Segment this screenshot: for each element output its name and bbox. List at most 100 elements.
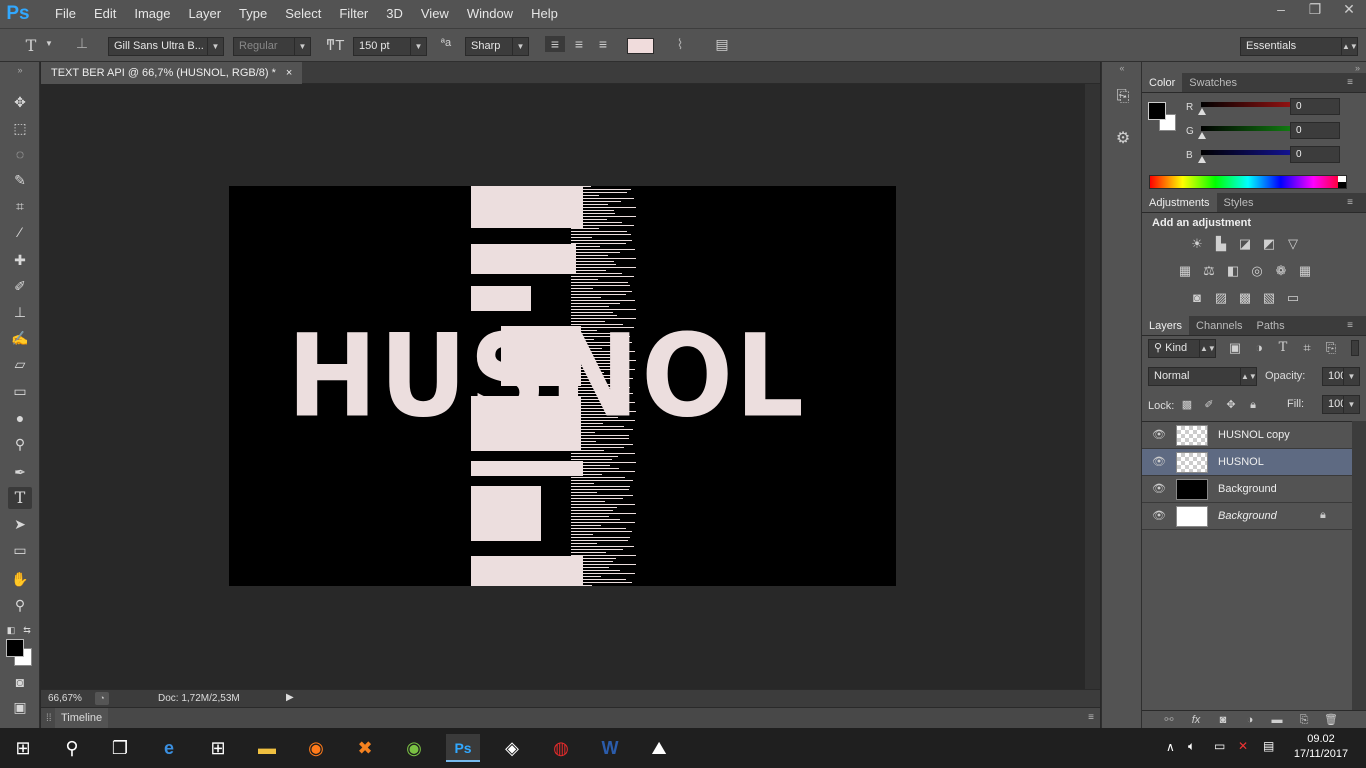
gradient-map-icon[interactable]: ▧ [1260,290,1278,306]
slider-handle[interactable] [1198,108,1206,115]
keyboard-icon[interactable]: ▤ [1263,739,1274,753]
clone-stamp-tool-icon[interactable]: ⊥ [8,301,32,323]
history-brush-tool-icon[interactable]: ✍ [8,327,32,349]
zoom-tool-icon[interactable]: ⚲ [8,594,32,616]
tab-color[interactable]: Color [1142,73,1183,92]
app-icon[interactable]: ◈ [495,734,529,762]
menu-layer[interactable]: Layer [180,0,231,28]
status-menu-arrow-icon[interactable]: ▶ [286,692,294,703]
align-right-icon[interactable]: ≡ [593,36,613,52]
eye-icon[interactable]: 👁︎ [1152,428,1166,441]
type-tool-icon[interactable]: T [8,487,32,509]
lock-position-icon[interactable]: ✥ [1222,397,1240,413]
font-family-select[interactable]: Gill Sans Ultra B... ▼ [108,37,224,56]
dodge-tool-icon[interactable]: ⚲ [8,433,32,455]
panel-menu-icon[interactable]: ≡ [1340,316,1360,336]
layer-mask-icon[interactable]: ◙ [1214,712,1232,728]
zoom-level[interactable]: 66,67% [48,693,82,704]
collapse-icon[interactable]: » [1355,63,1360,73]
chevron-up-icon[interactable]: ∧ [1166,740,1175,754]
quick-mask-icon[interactable]: ◙ [8,671,32,693]
file-explorer-icon[interactable]: ▬ [250,734,284,762]
menu-window[interactable]: Window [458,0,522,28]
windows-start-icon[interactable]: ⊞ [6,734,40,762]
layer-name[interactable]: HUSNOL [1218,449,1264,476]
app-icon[interactable]: ◍ [544,734,578,762]
menu-image[interactable]: Image [125,0,179,28]
channel-mixer-icon[interactable]: ❁ [1272,263,1290,279]
collapse-icon[interactable]: » [8,64,32,76]
volume-icon[interactable]: 🔈︎ [1188,739,1195,754]
new-adjustment-layer-icon[interactable]: ◑ [1241,712,1259,728]
chevron-down-icon[interactable]: ▼ [1343,367,1360,386]
invert-icon[interactable]: ◙ [1188,290,1206,306]
black-white-icon[interactable]: ◧ [1224,263,1242,279]
workspace-select[interactable]: Essentials ▲▼ [1240,37,1358,56]
doc-info-icon[interactable]: ◔ [95,692,109,705]
swap-colors-icon[interactable]: ⇆ [20,619,34,641]
channel-value-input[interactable]: 0 [1290,98,1340,115]
menu-file[interactable]: File [46,0,85,28]
new-layer-icon[interactable]: ⎘ [1295,712,1313,728]
eye-icon[interactable]: 👁︎ [1152,455,1166,468]
menu-type[interactable]: Type [230,0,276,28]
font-size-input[interactable]: 150 pt ▼ [353,37,427,56]
close-button[interactable]: ✕ [1332,0,1366,20]
layer-style-icon[interactable]: fx [1187,712,1205,728]
vibrance-icon[interactable]: ▽ [1284,236,1302,252]
layer-row[interactable]: 👁︎ Background [1142,476,1352,503]
tab-channels[interactable]: Channels [1189,316,1249,335]
layer-row[interactable]: 👁︎ HUSNOL [1142,449,1352,476]
photo-filter-icon[interactable]: ◎ [1248,263,1266,279]
text-orientation-icon[interactable]: ⊥ [72,35,92,52]
document-tab[interactable]: TEXT BER API @ 66,7% (HUSNOL, RGB/8) * × [41,62,303,84]
layer-filter-kind-select[interactable]: ⚲ Kind ▲▼ [1148,339,1216,358]
blend-mode-select[interactable]: Normal ▲▼ [1148,367,1257,386]
quick-selection-tool-icon[interactable]: ✎ [8,169,32,191]
lasso-tool-icon[interactable]: ◌ [8,143,32,165]
foreground-color-swatch[interactable] [6,639,24,657]
blur-tool-icon[interactable]: ● [8,407,32,429]
brush-tool-icon[interactable]: ✐ [8,275,32,297]
filter-type-icon[interactable]: T [1274,340,1292,356]
xampp-icon[interactable]: ✖ [348,734,382,762]
default-colors-icon[interactable]: ◧ [4,619,18,641]
channel-value-input[interactable]: 0 [1290,146,1340,163]
tab-paths[interactable]: Paths [1250,316,1292,335]
hue-saturation-icon[interactable]: ▦ [1176,263,1194,279]
tab-layers[interactable]: Layers [1142,316,1190,335]
layer-row[interactable]: 👁︎ HUSNOL copy [1142,422,1352,449]
gradient-tool-icon[interactable]: ▭ [8,380,32,402]
text-color-swatch[interactable] [627,38,654,54]
new-group-icon[interactable]: ▬ [1268,712,1286,728]
warp-text-icon[interactable]: ⌇ [670,36,690,53]
antialias-select[interactable]: Sharp ▼ [465,37,529,56]
lock-all-icon[interactable]: 🔒︎ [1244,397,1262,413]
collapse-icon[interactable]: « [1115,63,1129,73]
edge-browser-icon[interactable]: e [152,734,186,762]
history-panel-icon[interactable]: ⎘ [1113,88,1133,106]
store-icon[interactable]: ⊞ [201,734,235,762]
eraser-tool-icon[interactable]: ▱ [8,353,32,375]
close-icon[interactable]: × [286,62,292,84]
canvas-text-husnol[interactable]: HUSNOL [287,319,806,434]
move-tool-icon[interactable]: ✥ [8,91,32,113]
threshold-icon[interactable]: ▩ [1236,290,1254,306]
pen-tool-icon[interactable]: ✒ [8,461,32,483]
network-icon[interactable]: ✕ [1238,739,1248,753]
channel-value-input[interactable]: 0 [1290,122,1340,139]
slider-handle[interactable] [1198,156,1206,163]
filter-shape-icon[interactable]: ⌗ [1298,340,1316,356]
document-canvas[interactable]: HUSNOL [229,186,896,586]
timeline-tab[interactable]: Timeline [55,708,109,729]
exposure-icon[interactable]: ◩ [1260,236,1278,252]
menu-edit[interactable]: Edit [85,0,125,28]
color-lookup-icon[interactable]: ▦ [1296,263,1314,279]
tab-swatches[interactable]: Swatches [1182,73,1244,92]
marquee-tool-icon[interactable]: ⬚ [8,117,32,139]
panel-menu-icon[interactable]: ≡ [1340,193,1360,213]
font-style-select[interactable]: Regular ▼ [233,37,311,56]
minimize-button[interactable]: – [1264,0,1298,20]
lock-transparent-icon[interactable]: ▩ [1178,397,1196,413]
layer-name[interactable]: Background [1218,503,1277,530]
